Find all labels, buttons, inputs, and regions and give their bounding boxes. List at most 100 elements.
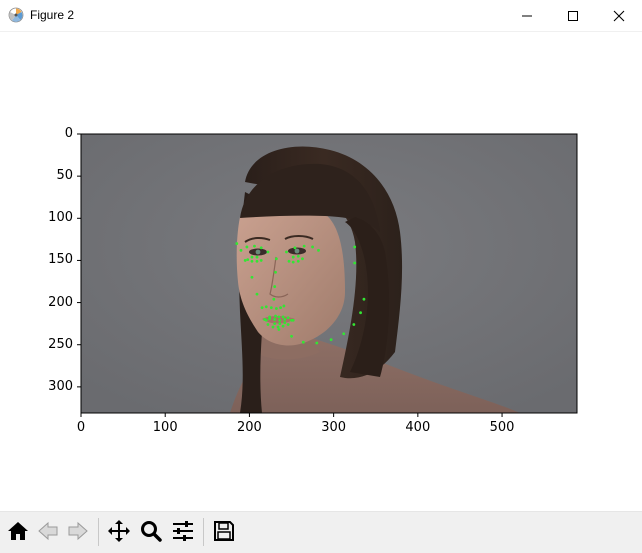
landmark-point <box>239 248 243 252</box>
landmark-point <box>311 245 314 249</box>
landmark-point <box>285 250 288 254</box>
landmark-point <box>277 315 281 319</box>
landmark-point <box>287 259 291 263</box>
floppy-disk-icon <box>214 521 234 541</box>
forward-button[interactable] <box>64 517 92 545</box>
save-button[interactable] <box>210 517 238 545</box>
landmark-point <box>353 245 357 249</box>
landmark-point <box>274 314 277 318</box>
toolbar-separator <box>98 518 99 546</box>
matplotlib-logo-icon <box>8 7 24 23</box>
landmark-point <box>245 245 249 249</box>
landmark-point <box>352 323 356 326</box>
landmark-point <box>260 306 264 310</box>
landmark-point <box>271 325 275 329</box>
landmark-point <box>277 328 281 331</box>
landmark-point <box>302 244 306 248</box>
landmark-point <box>276 325 280 329</box>
landmark-point <box>250 275 254 279</box>
landmark-point <box>329 338 333 342</box>
y-tick-label: 100 <box>48 210 73 226</box>
landmark-point <box>274 270 277 274</box>
close-button[interactable] <box>596 0 642 31</box>
landmark-point <box>268 315 272 319</box>
landmark-point <box>250 255 254 259</box>
landmark-point <box>283 318 287 321</box>
x-tick-label: 300 <box>321 420 347 435</box>
landmark-point <box>281 324 285 328</box>
magnifier-icon <box>141 521 162 542</box>
landmark-point <box>273 285 277 288</box>
y-tick-label: 0 <box>64 126 73 141</box>
minimize-icon <box>522 15 532 16</box>
landmark-point <box>235 242 239 245</box>
x-tick-label: 200 <box>236 420 262 435</box>
landmark-point <box>273 318 277 321</box>
landmark-point <box>282 304 286 308</box>
navigation-toolbar <box>0 511 642 553</box>
move-icon <box>108 520 130 542</box>
landmark-point <box>317 248 320 252</box>
back-arrow-icon <box>38 521 58 541</box>
figure-canvas[interactable]: 0 100 200 300 400 500 0 50 100 150 200 250 300 <box>0 32 642 510</box>
landmark-point <box>274 307 278 310</box>
landmark-point <box>342 332 346 336</box>
landmark-point <box>264 305 268 309</box>
y-tick-label: 50 <box>56 168 73 184</box>
home-icon <box>8 522 28 540</box>
landmark-point <box>269 306 273 310</box>
x-axis-ticks <box>80 413 503 417</box>
landmark-point <box>278 322 282 326</box>
landmark-point <box>301 340 305 344</box>
landmark-point <box>359 311 362 315</box>
y-axis-ticks <box>77 133 81 388</box>
window-title: Figure 2 <box>30 8 75 22</box>
minimize-button[interactable] <box>504 0 550 31</box>
landmark-point <box>266 250 270 254</box>
landmark-point <box>255 255 259 259</box>
landmark-point <box>286 316 290 320</box>
sliders-icon <box>173 521 193 541</box>
landmark-point <box>243 259 247 262</box>
landmark-point <box>255 292 259 296</box>
landmark-point <box>353 261 357 265</box>
zoom-button[interactable] <box>137 517 165 545</box>
landmark-point <box>293 246 297 250</box>
landmark-point <box>291 255 295 259</box>
maximize-icon <box>568 10 578 21</box>
y-tick-label: 150 <box>48 252 73 268</box>
landmark-point <box>283 321 287 325</box>
landmark-point <box>362 297 366 301</box>
close-icon <box>613 10 625 21</box>
landmark-point <box>259 246 263 250</box>
subplots-button[interactable] <box>169 517 197 545</box>
x-tick-label: 0 <box>76 420 86 435</box>
maximize-button[interactable] <box>550 0 596 31</box>
plot-area <box>77 133 578 417</box>
pan-button[interactable] <box>105 517 133 545</box>
landmark-point <box>290 334 293 338</box>
landmark-point <box>301 257 304 261</box>
landmark-point <box>279 306 282 310</box>
landmark-point <box>291 260 295 264</box>
home-button[interactable] <box>4 517 32 545</box>
landmark-point <box>272 297 276 301</box>
y-tick-label: 250 <box>48 336 73 352</box>
landmark-point <box>264 318 268 322</box>
landmark-point <box>281 315 285 319</box>
landmark-point <box>255 259 259 263</box>
landmark-point <box>266 323 270 326</box>
toolbar-separator <box>203 518 204 546</box>
landmark-point <box>250 259 254 263</box>
back-button[interactable] <box>34 517 62 545</box>
landmark-point <box>273 322 277 326</box>
landmark-point <box>259 259 263 262</box>
landmark-point <box>290 318 293 322</box>
landmark-point <box>315 341 319 345</box>
landmark-point <box>296 254 300 258</box>
x-tick-label: 500 <box>489 420 515 435</box>
y-tick-label: 200 <box>48 294 73 310</box>
landmark-point <box>286 323 290 326</box>
title-bar: Figure 2 <box>0 0 642 32</box>
y-tick-label: 300 <box>48 378 73 394</box>
